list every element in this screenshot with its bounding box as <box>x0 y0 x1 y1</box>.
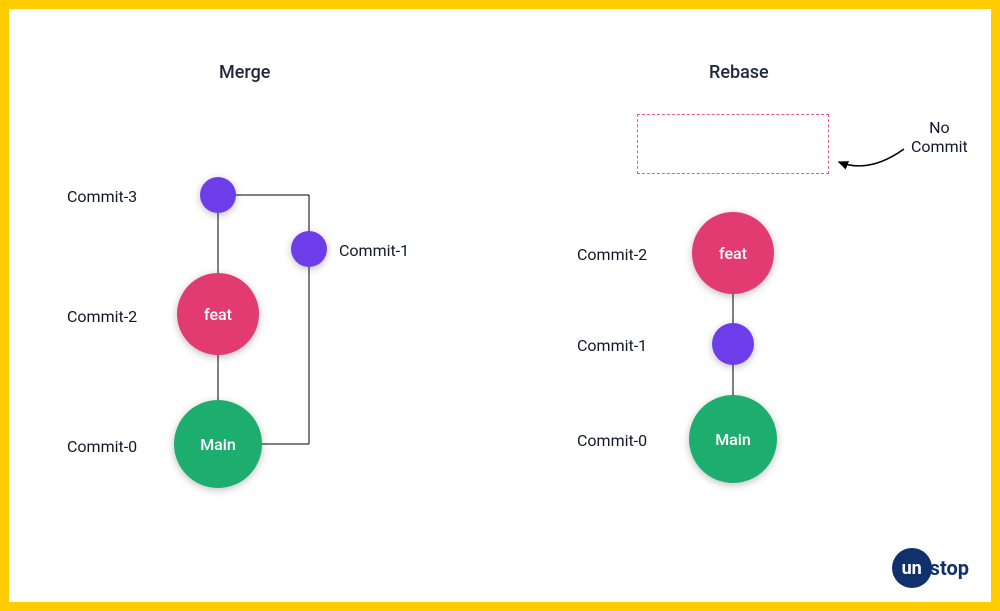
unstop-logo: un stop <box>892 548 969 588</box>
merge-title: Merge <box>219 62 270 83</box>
merge-feat-label: feat <box>204 305 232 324</box>
merge-commit1-node <box>291 231 327 267</box>
rebase-no-commit-label: No Commit <box>911 118 968 156</box>
logo-rest: stop <box>930 556 969 580</box>
rebase-commit1-label: Commit-1 <box>577 336 647 355</box>
rebase-title: Rebase <box>709 62 769 83</box>
merge-feat-node: feat <box>177 273 259 355</box>
rebase-commit2-label: Commit-2 <box>577 245 647 264</box>
rebase-commit0-label: Commit-0 <box>577 431 647 450</box>
rebase-main-node: Main <box>689 395 777 483</box>
rebase-no-commit-box <box>637 114 829 174</box>
rebase-feat-node: feat <box>692 212 774 294</box>
connector-lines <box>9 9 991 602</box>
merge-main-node: Main <box>174 400 262 488</box>
merge-commit3-label: Commit-3 <box>67 187 137 206</box>
rebase-commit1-node <box>712 323 754 365</box>
merge-commit0-label: Commit-0 <box>67 437 137 456</box>
merge-main-label: Main <box>200 435 236 454</box>
rebase-main-label: Main <box>715 430 751 449</box>
merge-commit1-label: Commit-1 <box>339 241 409 260</box>
merge-commit3-node <box>200 177 236 213</box>
rebase-feat-label: feat <box>719 244 747 263</box>
merge-commit2-label: Commit-2 <box>67 307 137 326</box>
logo-ball: un <box>892 548 932 588</box>
diagram-frame: Merge Rebase feat Main Commit-3 Commit-1… <box>0 0 1000 611</box>
